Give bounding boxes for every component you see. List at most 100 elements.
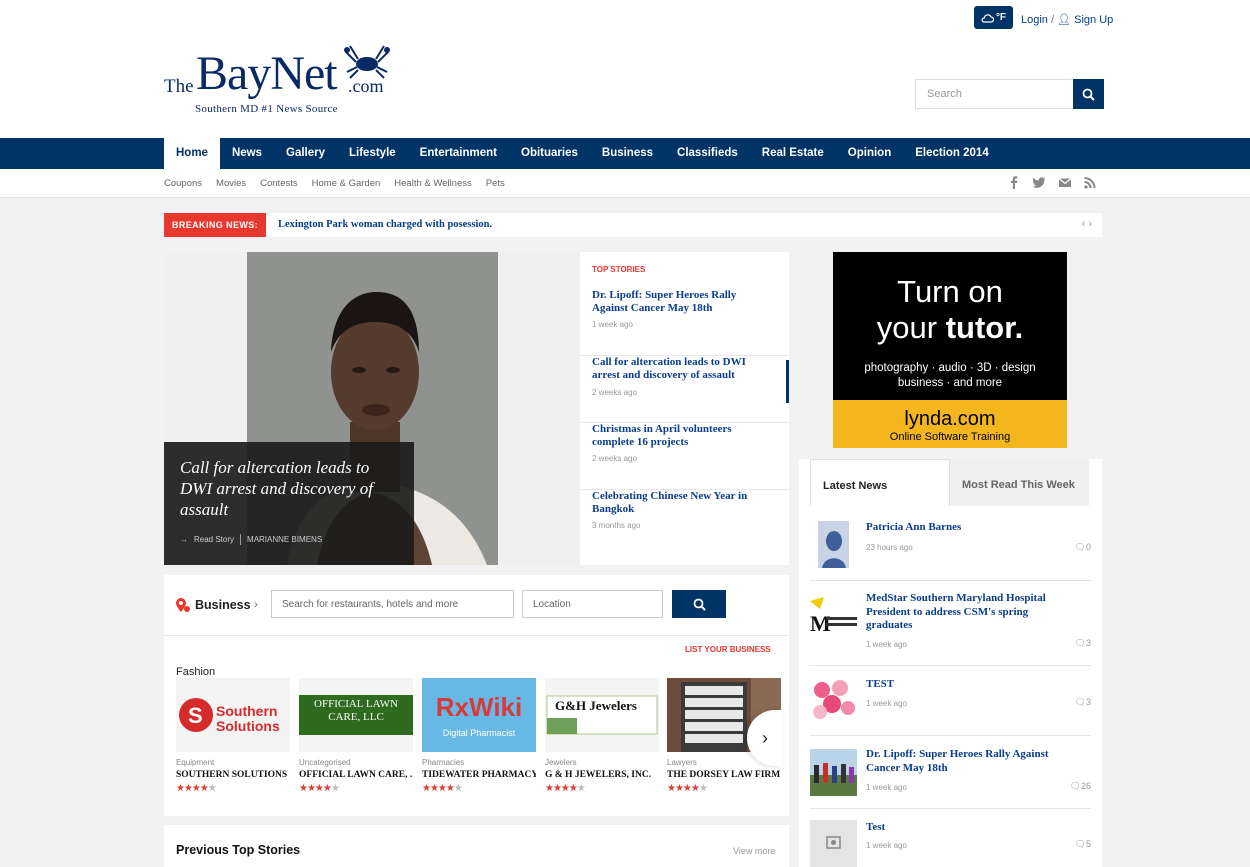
view-more-link[interactable]: View more xyxy=(733,846,775,856)
business-search-input[interactable]: Search for restaurants, hotels and more xyxy=(271,590,514,618)
meta-divider xyxy=(240,534,242,545)
list-your-business-link[interactable]: LIST YOUR BUSINESS xyxy=(685,645,771,654)
business-location-placeholder: Location xyxy=(533,599,571,610)
tab-latest-news[interactable]: Latest News xyxy=(810,459,950,506)
latest-news-thumb xyxy=(810,678,857,725)
facebook-icon[interactable] xyxy=(1008,176,1020,189)
latest-news-thumb: M xyxy=(810,595,857,642)
svg-text:S: S xyxy=(188,703,203,728)
featured-story-title[interactable]: Call for altercation leads to DWI arrest… xyxy=(180,457,400,520)
search-icon xyxy=(693,598,706,611)
weather-cloud-icon xyxy=(981,13,994,23)
comment-count: 🗨︎0 xyxy=(1075,542,1091,553)
business-location-input[interactable]: Location xyxy=(522,590,663,618)
subnav-item-coupons[interactable]: Coupons xyxy=(164,178,202,189)
nav-item-opinion[interactable]: Opinion xyxy=(836,138,903,169)
nav-item-real-estate[interactable]: Real Estate xyxy=(750,138,836,169)
star-rating: ★★★★★ xyxy=(422,783,463,794)
business-card[interactable]: G&H Jewelers Jewelers G & H JEWELERS, IN… xyxy=(545,678,659,794)
subnav-item-pets[interactable]: Pets xyxy=(486,178,505,189)
comment-icon: 🗨︎ xyxy=(1074,638,1086,648)
latest-news-item[interactable]: M MedStar Southern Maryland Hospital Pre… xyxy=(810,592,1091,666)
top-story-item[interactable]: Celebrating Chinese New Year in Bangkok … xyxy=(580,490,789,557)
site-logo[interactable]: The BayNet .com Southern MD #1 News Sour… xyxy=(164,40,394,120)
nav-item-business[interactable]: Business xyxy=(590,138,665,169)
business-logo: RxWiki Digital Pharmacist xyxy=(422,678,536,752)
top-story-title[interactable]: Celebrating Chinese New Year in Bangkok xyxy=(592,490,772,516)
latest-news-thumb xyxy=(810,521,857,568)
latest-news-item[interactable]: TEST 1 week ago 🗨︎3 xyxy=(810,678,1091,736)
breaking-news-arrows[interactable]: ‹ › xyxy=(1082,218,1092,230)
ad-line2a: your xyxy=(876,310,946,345)
business-divider xyxy=(164,635,789,636)
map-pin-icon xyxy=(176,598,190,612)
ad-line1: Turn on xyxy=(897,274,1003,309)
tab-most-read[interactable]: Most Read This Week xyxy=(950,459,1089,506)
top-story-title[interactable]: Call for altercation leads to DWI arrest… xyxy=(592,356,772,382)
top-story-item[interactable]: Call for altercation leads to DWI arrest… xyxy=(580,356,789,423)
chevron-right-icon: › xyxy=(254,597,258,611)
signup-link[interactable]: Sign Up xyxy=(1074,14,1113,26)
twitter-icon[interactable] xyxy=(1032,176,1046,189)
nav-item-election-2014[interactable]: Election 2014 xyxy=(903,138,1001,169)
comment-count: 🗨︎3 xyxy=(1075,697,1091,708)
business-search-button[interactable] xyxy=(672,590,726,618)
latest-news-item[interactable]: Dr. Lipoff: Super Heroes Rally Against C… xyxy=(810,748,1091,809)
business-card[interactable]: RxWiki Digital Pharmacist Pharmacies TID… xyxy=(422,678,536,794)
business-name[interactable]: G & H JEWELERS, INC. xyxy=(545,770,659,780)
subnav-item-health-wellness[interactable]: Health & Wellness xyxy=(394,178,471,189)
top-story-date: 3 months ago xyxy=(592,521,641,530)
business-section-title: Fashion xyxy=(176,666,216,678)
latest-news-title[interactable]: Test xyxy=(866,821,1071,835)
nav-item-entertainment[interactable]: Entertainment xyxy=(408,138,509,169)
top-story-date: 2 weeks ago xyxy=(592,454,637,463)
nav-item-news[interactable]: News xyxy=(220,138,274,169)
social-links xyxy=(1008,176,1096,189)
business-name[interactable]: TIDEWATER PHARMACY xyxy=(422,770,536,780)
sub-nav-items: Coupons Movies Contests Home & Garden Health… xyxy=(164,178,505,189)
main-nav: Home News Gallery Lifestyle Entertainment Obi… xyxy=(0,138,1250,169)
search-button[interactable] xyxy=(1073,79,1104,109)
latest-news-date: 1 week ago xyxy=(866,783,907,792)
business-name[interactable]: OFFICIAL LAWN CARE, ... xyxy=(299,770,413,780)
business-heading[interactable]: Business xyxy=(195,598,251,612)
empty-star-icon: ★ xyxy=(207,783,217,794)
latest-news-item[interactable]: Test 1 week ago 🗨︎5 xyxy=(810,820,1091,867)
business-name[interactable]: SOUTHERN SOLUTIONS xyxy=(176,770,290,780)
latest-news-title[interactable]: Patricia Ann Barnes xyxy=(866,521,1071,535)
comment-icon: 🗨︎ xyxy=(1074,697,1086,707)
nav-item-home[interactable]: Home xyxy=(164,138,220,169)
business-name[interactable]: THE DORSEY LAW FIRM xyxy=(667,770,781,780)
subnav-item-contests[interactable]: Contests xyxy=(260,178,298,189)
latest-news-date: 23 hours ago xyxy=(866,543,913,552)
business-card[interactable]: S Southern Solutions Equipment SOUTHERN … xyxy=(176,678,290,794)
half-star-icon: ★ xyxy=(690,783,700,794)
rss-icon[interactable] xyxy=(1084,176,1096,189)
comment-count: 🗨︎3 xyxy=(1075,638,1091,649)
nav-item-classifieds[interactable]: Classifieds xyxy=(665,138,750,169)
weather-widget[interactable]: °F xyxy=(974,6,1013,29)
latest-news-thumb xyxy=(810,749,857,796)
latest-news-title[interactable]: Dr. Lipoff: Super Heroes Rally Against C… xyxy=(866,748,1071,775)
star-rating: ★★★★★ xyxy=(667,783,708,794)
subnav-item-movies[interactable]: Movies xyxy=(216,178,246,189)
nav-item-gallery[interactable]: Gallery xyxy=(274,138,337,169)
top-story-item[interactable]: Dr. Lipoff: Super Heroes Rally Against C… xyxy=(580,289,789,356)
lynda-ad[interactable]: Turn on your tutor. photography · audio … xyxy=(833,252,1067,448)
subnav-item-home-garden[interactable]: Home & Garden xyxy=(312,178,381,189)
top-story-item[interactable]: Christmas in April volunteers complete 1… xyxy=(580,423,789,490)
top-story-title[interactable]: Dr. Lipoff: Super Heroes Rally Against C… xyxy=(592,289,772,315)
login-link[interactable]: Login xyxy=(1021,14,1048,26)
latest-news-item[interactable]: Patricia Ann Barnes 23 hours ago 🗨︎0 xyxy=(810,521,1091,581)
nav-item-lifestyle[interactable]: Lifestyle xyxy=(337,138,408,169)
search-input[interactable]: Search xyxy=(915,79,1074,109)
nav-item-obituaries[interactable]: Obituaries xyxy=(509,138,590,169)
latest-news-title[interactable]: MedStar Southern Maryland Hospital Presi… xyxy=(866,592,1071,633)
featured-story[interactable]: Call for altercation leads to DWI arrest… xyxy=(164,252,580,565)
read-story-link[interactable]: Read Story xyxy=(194,535,234,544)
breaking-news-headline[interactable]: Lexington Park woman charged with posess… xyxy=(278,219,492,230)
top-story-title[interactable]: Christmas in April volunteers complete 1… xyxy=(592,423,772,449)
latest-news-title[interactable]: TEST xyxy=(866,678,1071,692)
business-card[interactable]: OFFICIAL LAWN CARE, LLC Uncategorised OF… xyxy=(299,678,413,794)
email-icon[interactable] xyxy=(1058,176,1072,189)
